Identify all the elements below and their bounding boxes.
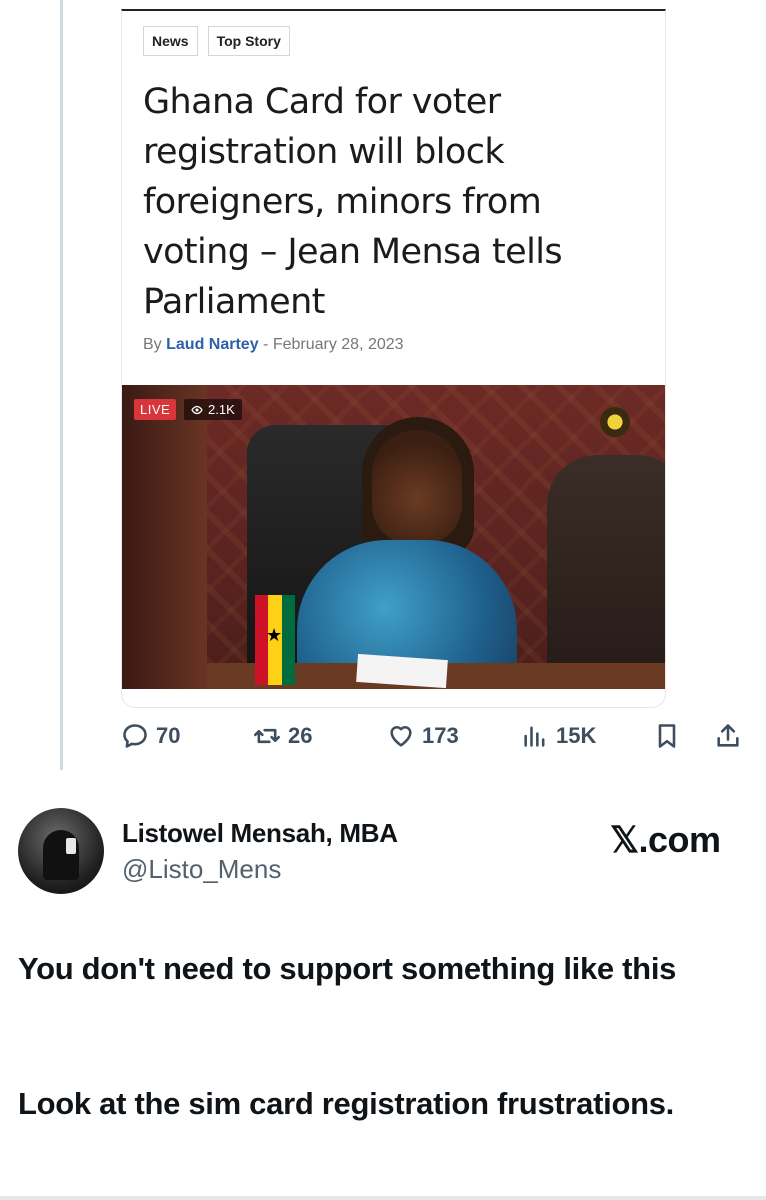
author-handle[interactable]: @Listo_Mens <box>122 854 281 885</box>
author-display-name[interactable]: Listowel Mensah, MBA <box>122 818 398 849</box>
ghana-flag: ★ <box>255 595 295 685</box>
video-view-count: 2.1K <box>184 399 242 420</box>
tweet-text-line-1: You don't need to support something like… <box>18 951 677 986</box>
speaker-head <box>372 430 462 545</box>
reply-button[interactable]: 70 <box>121 722 180 750</box>
byline-date: February 28, 2023 <box>272 336 404 353</box>
bookmark-button[interactable] <box>653 722 681 750</box>
video-views-value: 2.1K <box>208 402 235 417</box>
tag-top-story[interactable]: Top Story <box>207 26 290 56</box>
article-headline[interactable]: Ghana Card for voter registration will b… <box>143 77 653 327</box>
parliament-crest-icon <box>600 407 630 437</box>
share-button[interactable] <box>714 722 742 750</box>
bottom-divider <box>0 1196 766 1200</box>
tweet-action-bar: 70 26 173 15K <box>121 722 746 758</box>
heart-icon <box>390 726 412 747</box>
article-byline: By Laud Nartey - February 28, 2023 <box>143 336 404 354</box>
tweet-text-line-2: Look at the sim card registration frustr… <box>18 1086 674 1121</box>
avatar-phone <box>66 838 76 854</box>
share-icon <box>717 724 739 747</box>
x-com-watermark: 𝕏.com <box>610 819 721 860</box>
wall-panel <box>122 385 207 689</box>
author-avatar[interactable] <box>18 808 104 894</box>
byline-prefix: By <box>143 336 167 353</box>
like-button[interactable]: 173 <box>387 722 459 750</box>
analytics-icon <box>524 726 545 747</box>
background-person <box>547 455 665 689</box>
thread-connector-line <box>60 0 63 770</box>
reply-icon <box>123 724 147 748</box>
views-button[interactable]: 15K <box>521 722 596 750</box>
byline-separator: - <box>258 336 273 353</box>
article-tags: News Top Story <box>143 26 290 56</box>
repost-button[interactable]: 26 <box>253 722 312 750</box>
bookmark-icon <box>658 724 676 748</box>
tag-news[interactable]: News <box>143 26 198 56</box>
repost-count: 26 <box>288 723 313 748</box>
embedded-article-card[interactable]: News Top Story Ghana Card for voter regi… <box>121 9 666 708</box>
repost-icon <box>254 728 280 744</box>
view-count: 15K <box>556 723 597 748</box>
reply-count: 70 <box>156 723 181 748</box>
live-badge: LIVE <box>134 399 177 420</box>
byline-author-link[interactable]: Laud Nartey <box>166 336 258 353</box>
like-count: 173 <box>422 723 459 748</box>
eye-icon <box>191 405 203 414</box>
article-video[interactable]: ★ LIVE 2.1K <box>122 385 665 689</box>
